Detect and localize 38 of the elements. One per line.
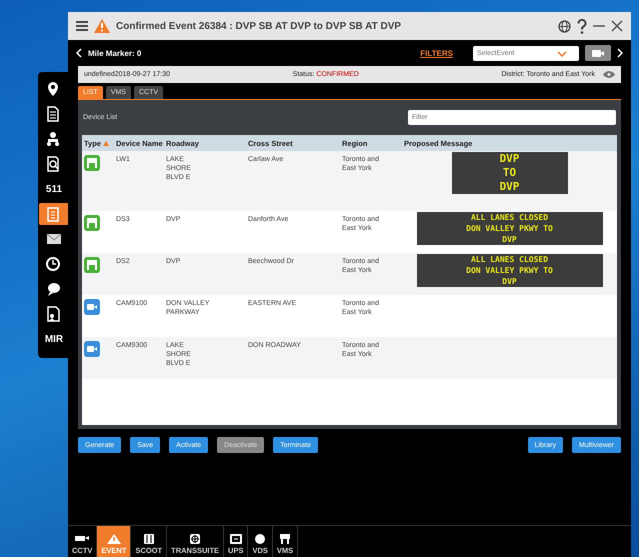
sign-icon: [84, 155, 100, 171]
sign-message: ALL LANES CLOSED DON VALLEY PKWY TO DVP: [416, 254, 602, 287]
mile-marker: Mile Marker: 0: [88, 48, 142, 58]
sign-icon: [278, 534, 292, 544]
warning-icon: [94, 19, 110, 33]
warning-icon: [106, 534, 121, 544]
circle-icon: [253, 534, 268, 544]
people-icon[interactable]: [46, 131, 62, 147]
eye-icon[interactable]: [603, 71, 615, 78]
clipboard-icon[interactable]: [46, 206, 62, 222]
back-icon[interactable]: [76, 48, 82, 58]
sign-message: DVP TO DVP: [452, 152, 568, 194]
sign-message: ALL LANES CLOSED DON VALLEY PKWY TO DVP: [416, 212, 602, 245]
camera-icon: [84, 341, 100, 357]
document-icon[interactable]: [46, 106, 62, 122]
filters-link[interactable]: FILTERS: [420, 48, 453, 58]
forward-icon[interactable]: [617, 48, 623, 58]
camera-button[interactable]: [585, 45, 611, 61]
clock-icon[interactable]: [46, 256, 62, 272]
window-title: Confirmed Event 26384 : DVP SB AT DVP to DVP SB AT DVP: [116, 20, 402, 32]
sidebar-item-highlight[interactable]: [39, 203, 69, 225]
camera-icon: [592, 50, 604, 56]
camera-icon: [75, 534, 90, 544]
close-icon[interactable]: [611, 20, 623, 32]
chevron-down-icon: [557, 50, 567, 56]
sign-icon: [84, 257, 100, 273]
help-icon[interactable]: [577, 18, 587, 34]
document-search-icon[interactable]: [46, 156, 62, 172]
mail-icon[interactable]: [46, 231, 62, 247]
sidebar-label[interactable]: 511: [46, 184, 62, 194]
document-person-icon[interactable]: [46, 306, 62, 322]
globe-icon[interactable]: [558, 20, 571, 32]
chat-icon[interactable]: [46, 281, 62, 297]
menu-icon[interactable]: [76, 21, 88, 31]
sidebar-label[interactable]: MIR: [44, 334, 64, 344]
battery-icon: [228, 534, 243, 544]
panel-icon: [142, 534, 156, 544]
crosshair-icon: [188, 534, 202, 544]
